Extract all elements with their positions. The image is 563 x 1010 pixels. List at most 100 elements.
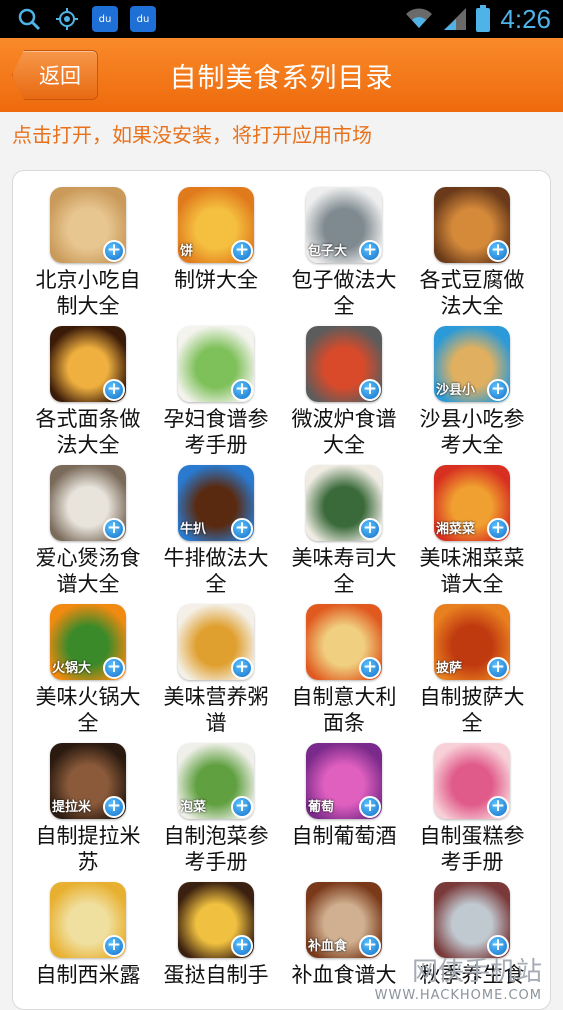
app-icon[interactable]: 火锅大 + <box>50 604 126 680</box>
title-bar: 返回 自制美食系列目录 <box>0 38 563 112</box>
app-icon[interactable]: 泡菜 + <box>178 743 254 819</box>
app-icon[interactable]: 沙县小 + <box>434 326 510 402</box>
plus-icon: + <box>359 240 381 262</box>
app-item[interactable]: 披萨 + 自制披萨大全 <box>408 604 536 736</box>
plus-icon: + <box>359 796 381 818</box>
app-item[interactable]: + 蛋挞自制手 <box>152 882 280 988</box>
plus-icon: + <box>103 796 125 818</box>
app-item[interactable]: + 自制蛋糕参考手册 <box>408 743 536 875</box>
plus-icon: + <box>487 240 509 262</box>
app-icon[interactable]: + <box>178 326 254 402</box>
app-icon[interactable]: 提拉米 + <box>50 743 126 819</box>
app-item[interactable]: 葡萄 + 自制葡萄酒 <box>280 743 408 849</box>
plus-icon: + <box>231 240 253 262</box>
app-icon[interactable]: + <box>434 882 510 958</box>
app-icon-tag: 泡菜 <box>180 800 207 815</box>
app-item[interactable]: + 自制西米露 <box>24 882 152 988</box>
app-icon[interactable]: 补血食 + <box>306 882 382 958</box>
app-icon[interactable]: 包子大 + <box>306 187 382 263</box>
plus-icon: + <box>103 518 125 540</box>
plus-icon: + <box>231 657 253 679</box>
app-item[interactable]: + 北京小吃自制大全 <box>24 187 152 319</box>
app-icon-tag: 披萨 <box>436 661 463 676</box>
app-label: 牛排做法大全 <box>163 546 269 596</box>
app-label: 自制提拉米苏 <box>35 824 141 874</box>
app-label: 制饼大全 <box>174 268 258 292</box>
app-label: 各式豆腐做法大全 <box>419 268 525 318</box>
app-icon[interactable]: + <box>50 326 126 402</box>
app-item[interactable]: + 自制意大利面条 <box>280 604 408 736</box>
app-item[interactable]: + 各式面条做法大全 <box>24 326 152 458</box>
app-icon[interactable]: 披萨 + <box>434 604 510 680</box>
app-label: 自制披萨大全 <box>419 685 525 735</box>
plus-icon: + <box>103 657 125 679</box>
page-title: 自制美食系列目录 <box>169 63 394 94</box>
app-item[interactable]: 饼 + 制饼大全 <box>152 187 280 293</box>
app-label: 包子做法大全 <box>291 268 397 318</box>
app-icon[interactable]: 饼 + <box>178 187 254 263</box>
plus-icon: + <box>359 657 381 679</box>
app-item[interactable]: + 孕妇食谱参考手册 <box>152 326 280 458</box>
app-item[interactable]: + 美味寿司大全 <box>280 465 408 597</box>
plus-icon: + <box>487 518 509 540</box>
app-item[interactable]: 牛扒 + 牛排做法大全 <box>152 465 280 597</box>
app-icon[interactable]: + <box>434 187 510 263</box>
app-icon[interactable]: 葡萄 + <box>306 743 382 819</box>
app-label: 自制西米露 <box>35 963 141 987</box>
plus-icon: + <box>231 796 253 818</box>
app-icon[interactable]: + <box>50 882 126 958</box>
app-label: 美味火锅大全 <box>35 685 141 735</box>
battery-icon <box>476 4 491 32</box>
app-icon[interactable]: + <box>306 465 382 541</box>
search-icon <box>16 6 42 32</box>
app-item[interactable]: 提拉米 + 自制提拉米苏 <box>24 743 152 875</box>
app-label: 自制葡萄酒 <box>291 824 397 848</box>
app-item[interactable]: + 各式豆腐做法大全 <box>408 187 536 319</box>
signal-icon <box>444 6 467 34</box>
app-label: 北京小吃自制大全 <box>35 268 141 318</box>
app-item[interactable]: 包子大 + 包子做法大全 <box>280 187 408 319</box>
app-label: 美味寿司大全 <box>291 546 397 596</box>
app-icon[interactable]: + <box>306 326 382 402</box>
app-label: 自制蛋糕参考手册 <box>419 824 525 874</box>
app-label: 美味营养粥谱 <box>163 685 269 735</box>
gps-icon <box>54 6 80 32</box>
baidu-icon: du <box>130 6 156 32</box>
app-label: 自制泡菜参考手册 <box>163 824 269 874</box>
plus-icon: + <box>103 935 125 957</box>
plus-icon: + <box>359 518 381 540</box>
plus-icon: + <box>103 240 125 262</box>
plus-icon: + <box>103 379 125 401</box>
plus-icon: + <box>487 796 509 818</box>
app-label: 沙县小吃参考大全 <box>419 407 525 457</box>
plus-icon: + <box>231 518 253 540</box>
watermark-top: 网侠手机站 <box>411 957 542 987</box>
app-item[interactable]: + 爱心煲汤食谱大全 <box>24 465 152 597</box>
app-icon[interactable]: + <box>50 465 126 541</box>
plus-icon: + <box>487 657 509 679</box>
app-item[interactable]: 湘菜菜 + 美味湘菜菜谱大全 <box>408 465 536 597</box>
install-hint: 点击打开，如果没安装，将打开应用市场 <box>0 112 563 158</box>
app-label: 孕妇食谱参考手册 <box>163 407 269 457</box>
app-icon[interactable]: + <box>434 743 510 819</box>
app-icon-tag: 火锅大 <box>52 661 92 676</box>
app-icon-tag: 补血食 <box>308 939 348 954</box>
watermark: 网侠手机站 WWW.HACKHOME.COM <box>375 951 542 1003</box>
app-item[interactable]: 泡菜 + 自制泡菜参考手册 <box>152 743 280 875</box>
app-grid-panel: + 北京小吃自制大全饼 + 制饼大全 包子大 + 包子做法大全 + 各式豆腐做法大全 + 各式面条做… <box>12 170 551 1010</box>
app-item[interactable]: + 美味营养粥谱 <box>152 604 280 736</box>
app-icon-tag: 饼 <box>180 244 194 259</box>
app-item[interactable]: 沙县小 + 沙县小吃参考大全 <box>408 326 536 458</box>
app-icon[interactable]: + <box>178 882 254 958</box>
app-icon[interactable]: 湘菜菜 + <box>434 465 510 541</box>
app-icon-tag: 沙县小 <box>436 383 476 398</box>
wifi-icon <box>404 6 434 34</box>
app-item[interactable]: 火锅大 + 美味火锅大全 <box>24 604 152 736</box>
app-label: 微波炉食谱大全 <box>291 407 397 457</box>
watermark-bottom: WWW.HACKHOME.COM <box>374 988 542 1003</box>
app-icon[interactable]: + <box>306 604 382 680</box>
app-icon[interactable]: 牛扒 + <box>178 465 254 541</box>
app-icon[interactable]: + <box>178 604 254 680</box>
app-item[interactable]: + 微波炉食谱大全 <box>280 326 408 458</box>
app-icon[interactable]: + <box>50 187 126 263</box>
